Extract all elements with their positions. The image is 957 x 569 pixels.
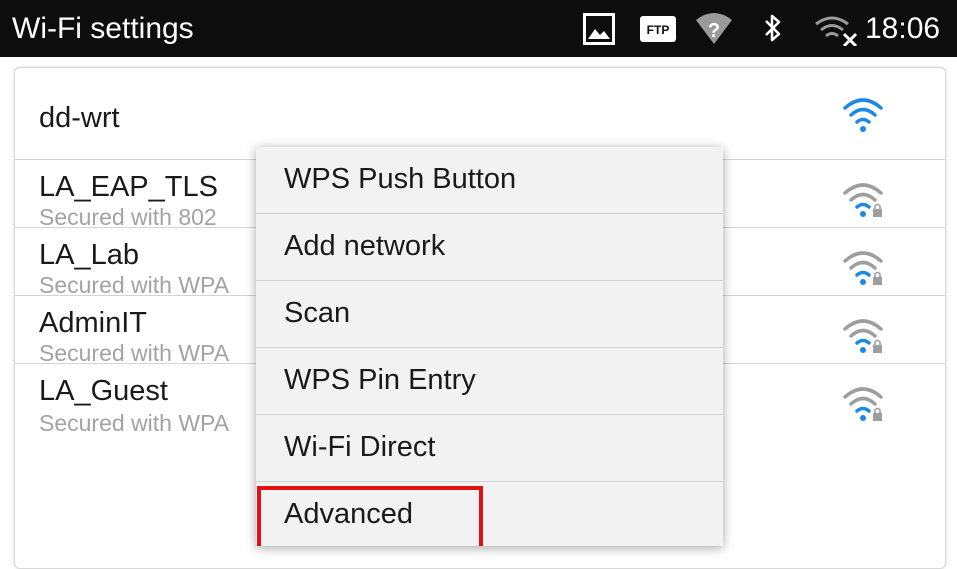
menu-item-add-network[interactable]: Add network	[256, 214, 723, 281]
status-bar: Wi-Fi settings FTP ? 18:06	[0, 0, 957, 57]
menu-item-label: WPS Push Button	[284, 163, 517, 195]
network-security: Secured with WPA	[39, 410, 230, 436]
ftp-label: FTP	[647, 23, 670, 37]
wifi-locked-icon	[843, 387, 883, 421]
wifi-unknown-icon: ?	[696, 13, 732, 44]
menu-item-wps-push-button[interactable]: WPS Push Button	[256, 147, 723, 214]
network-security: Secured with WPA	[39, 340, 230, 366]
network-security: Secured with WPA	[39, 272, 230, 298]
image-icon	[583, 13, 615, 45]
menu-item-label: Scan	[284, 297, 351, 329]
menu-item-label: WPS Pin Entry	[284, 364, 476, 396]
network-ssid: AdminIT	[39, 307, 147, 339]
wifi-signal-icon	[843, 98, 883, 132]
network-ssid: LA_Guest	[39, 375, 168, 407]
clock: 18:06	[865, 12, 941, 45]
wifi-locked-icon	[843, 319, 883, 353]
menu-item-label: Add network	[284, 230, 446, 262]
network-ssid: LA_EAP_TLS	[39, 171, 218, 203]
wifi-disconnected-icon	[815, 16, 858, 46]
network-security: Secured with 802	[39, 204, 217, 230]
ftp-icon: FTP	[640, 16, 676, 42]
menu-item-wps-pin-entry[interactable]: WPS Pin Entry	[256, 348, 723, 415]
wifi-unknown-glyph: ?	[708, 20, 720, 42]
menu-item-label: Wi-Fi Direct	[284, 431, 436, 463]
wifi-locked-icon	[843, 251, 883, 285]
bluetooth-icon	[765, 14, 781, 42]
wifi-locked-icon	[843, 183, 883, 217]
network-ssid: dd-wrt	[39, 102, 120, 134]
network-ssid: LA_Lab	[39, 239, 139, 271]
menu-item-scan[interactable]: Scan	[256, 281, 723, 348]
menu-item-wifi-direct[interactable]: Wi-Fi Direct	[256, 415, 723, 482]
advanced-highlight-box	[257, 486, 483, 546]
page-title: Wi-Fi settings	[12, 12, 194, 45]
